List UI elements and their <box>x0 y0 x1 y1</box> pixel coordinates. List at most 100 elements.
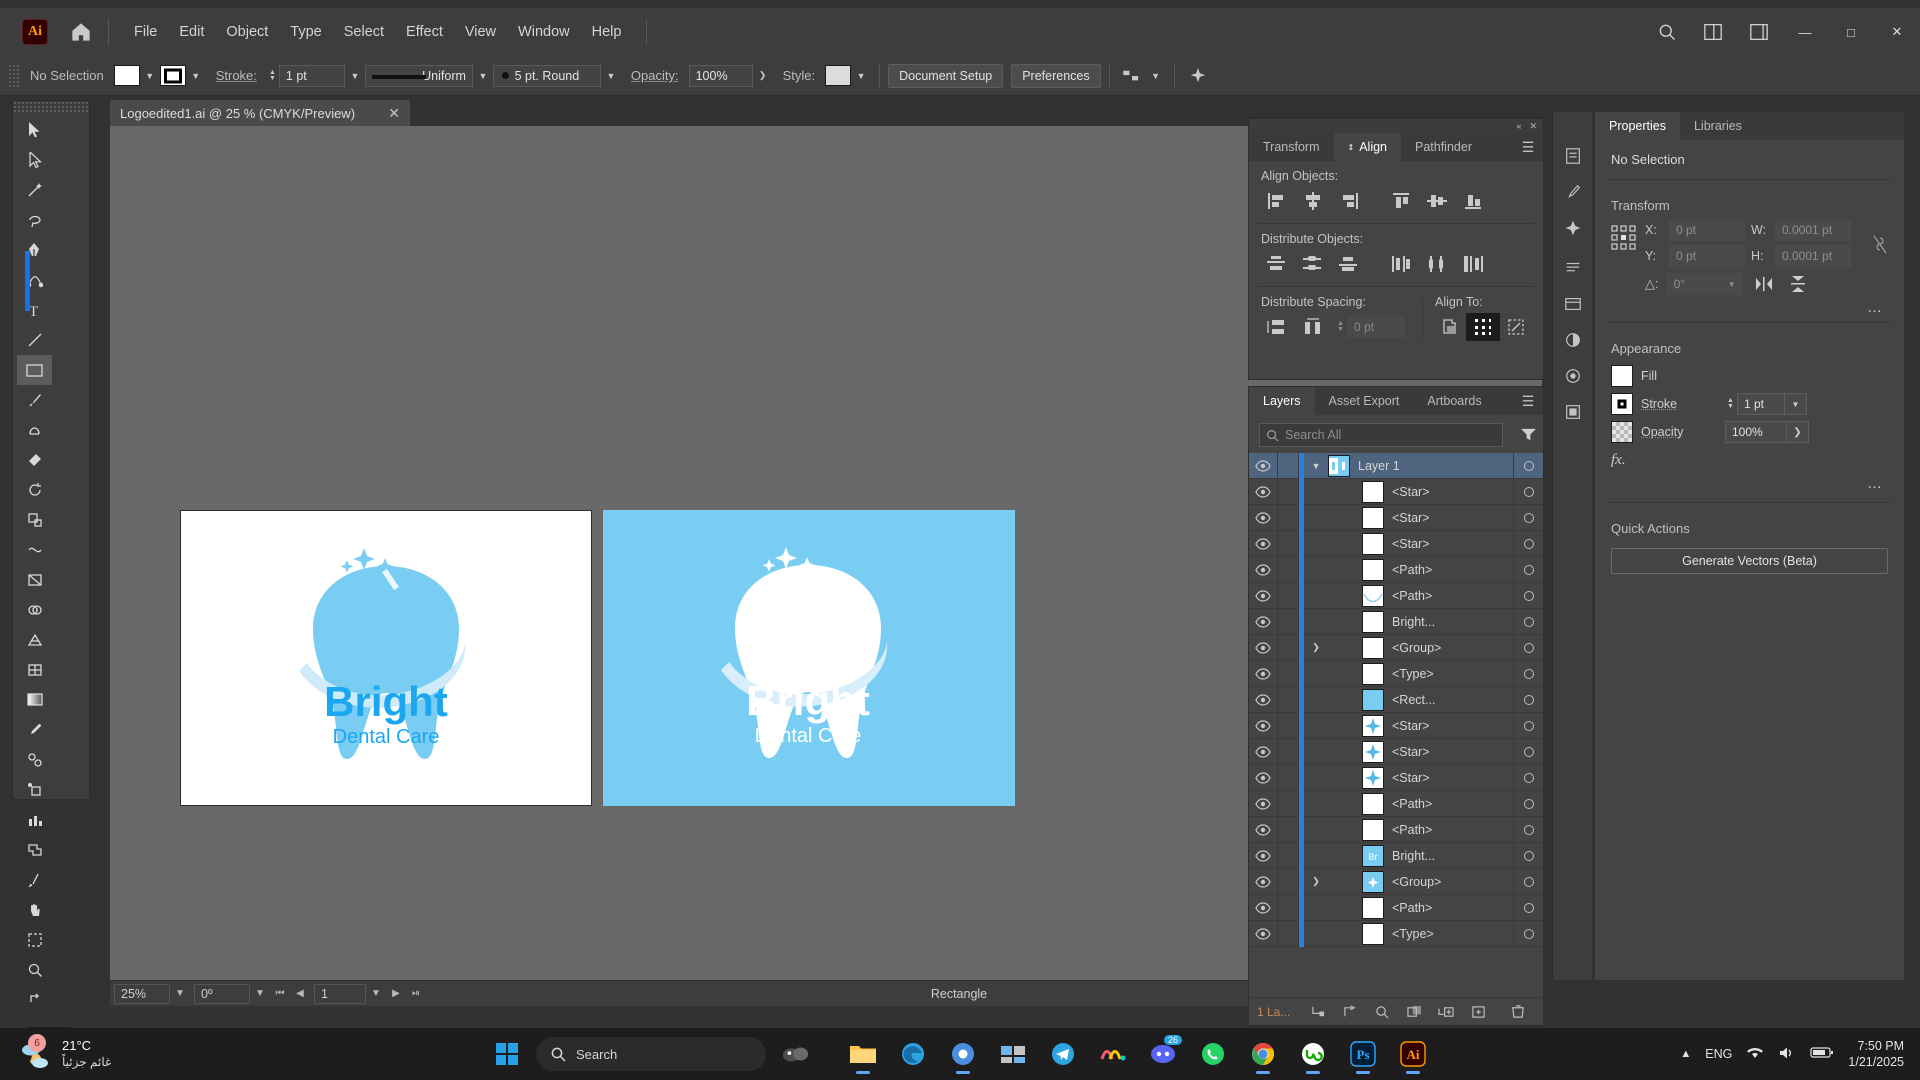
appearance-stroke-weight-field[interactable]: 1 pt <box>1737 393 1785 415</box>
layer-row[interactable]: ❯ <Group> <box>1249 869 1543 895</box>
visibility-toggle-icon[interactable] <box>1249 460 1277 472</box>
layer-target-indicator[interactable] <box>1513 635 1543 660</box>
delete-layer-icon[interactable] <box>1502 998 1534 1026</box>
generate-vectors-button[interactable]: Generate Vectors (Beta) <box>1611 548 1888 574</box>
magic-wand-tool[interactable] <box>17 175 52 205</box>
lock-toggle[interactable] <box>1277 479 1299 504</box>
layer-name[interactable]: <Path> <box>1392 823 1513 837</box>
rotate-tool[interactable] <box>17 475 52 505</box>
stroke-weight-dropdown-icon[interactable]: ▼ <box>345 65 365 87</box>
stroke-dropdown-icon[interactable]: ▼ <box>186 65 206 87</box>
chrome-icon[interactable] <box>1242 1033 1284 1075</box>
window-close-button[interactable]: ✕ <box>1874 8 1920 56</box>
tab-libraries[interactable]: Libraries <box>1680 112 1756 140</box>
menu-window[interactable]: Window <box>507 20 581 44</box>
artboard-2[interactable]: Bright Dental Care <box>603 510 1015 806</box>
hand-tool[interactable] <box>17 895 52 925</box>
tab-artboards[interactable]: Artboards <box>1413 387 1495 415</box>
tab-layers[interactable]: Layers <box>1249 387 1315 415</box>
graphic-style-swatch[interactable] <box>825 65 851 86</box>
lock-toggle[interactable] <box>1277 869 1299 894</box>
appearance-opacity-field[interactable]: 100% <box>1725 421 1787 443</box>
zoom-dropdown-icon[interactable]: ▼ <box>170 983 190 1005</box>
visibility-toggle-icon[interactable] <box>1249 538 1277 550</box>
zoom-level-field[interactable]: 25% <box>114 984 170 1004</box>
mesh-tool[interactable] <box>17 655 52 685</box>
stroke-weight-stepper[interactable]: ▲ ▼ <box>267 70 278 82</box>
layer-name[interactable]: <Group> <box>1392 875 1513 889</box>
lock-toggle[interactable] <box>1277 791 1299 816</box>
photoshop-icon[interactable]: Ps <box>1342 1033 1384 1075</box>
layer-name[interactable]: <Rect... <box>1392 693 1513 707</box>
reference-point-icon[interactable] <box>1611 225 1637 256</box>
layer-row[interactable]: Br Bright... <box>1249 843 1543 869</box>
menu-file[interactable]: File <box>123 20 168 44</box>
layer-row[interactable]: <Star> <box>1249 505 1543 531</box>
layer-target-indicator[interactable] <box>1513 713 1543 738</box>
discord-icon[interactable]: 26 <box>1142 1033 1184 1075</box>
lock-toggle[interactable] <box>1277 453 1299 478</box>
layer-name[interactable]: Bright... <box>1392 849 1513 863</box>
layer-target-indicator[interactable] <box>1513 609 1543 634</box>
lock-toggle[interactable] <box>1277 921 1299 946</box>
align-right-icon[interactable] <box>1331 187 1367 215</box>
lock-toggle[interactable] <box>1277 739 1299 764</box>
brushes-icon[interactable] <box>1557 176 1589 208</box>
column-graph-tool[interactable] <box>17 805 52 835</box>
tab-align[interactable]: ⇕ Align <box>1334 133 1402 161</box>
rotation-field[interactable]: 0º <box>194 984 250 1004</box>
panel-toggle-icon[interactable] <box>1736 8 1782 56</box>
eraser-tool[interactable] <box>17 445 52 475</box>
layer-row[interactable]: <Path> <box>1249 557 1543 583</box>
flip-horizontal-icon[interactable] <box>1751 276 1777 292</box>
stroke-swatch[interactable] <box>160 65 186 86</box>
chevron-down-icon[interactable]: ▼ <box>1304 461 1328 471</box>
artboard-1[interactable]: Bright Dental Care <box>180 510 592 806</box>
lock-toggle[interactable] <box>1277 817 1299 842</box>
spacing-stepper[interactable]: ▲ ▼ <box>1335 321 1346 333</box>
appearance-more-options-icon[interactable]: … <box>1595 475 1904 496</box>
curvature-tool[interactable] <box>17 265 52 295</box>
visibility-toggle-icon[interactable] <box>1249 720 1277 732</box>
window-minimize-button[interactable]: — <box>1782 8 1828 56</box>
layer-target-indicator[interactable] <box>1513 687 1543 712</box>
menu-effect[interactable]: Effect <box>395 20 454 44</box>
align-panel-menu-icon[interactable]: ☰ <box>1513 133 1543 161</box>
print-tiling-tool[interactable] <box>17 925 52 955</box>
collect-in-new-layer-icon[interactable] <box>1398 998 1430 1026</box>
tab-properties[interactable]: Properties <box>1595 112 1680 140</box>
layer-target-indicator[interactable] <box>1513 791 1543 816</box>
lock-toggle[interactable] <box>1277 843 1299 868</box>
x-field[interactable]: 0 pt <box>1669 219 1745 241</box>
layer-name[interactable]: Layer 1 <box>1358 459 1513 473</box>
tray-expand-icon[interactable]: ▲ <box>1680 1048 1691 1060</box>
layer-target-indicator[interactable] <box>1513 557 1543 582</box>
paragraph-styles-icon[interactable] <box>1557 252 1589 284</box>
layer-row[interactable]: <Rect... <box>1249 687 1543 713</box>
visibility-toggle-icon[interactable] <box>1249 746 1277 758</box>
visibility-toggle-icon[interactable] <box>1249 512 1277 524</box>
illustrator-taskbar-icon[interactable]: Ai <box>1392 1033 1434 1075</box>
selection-tool[interactable] <box>17 115 52 145</box>
lasso-tool[interactable] <box>17 205 52 235</box>
tab-transform[interactable]: Transform <box>1249 133 1334 161</box>
tool-exchange-icon[interactable] <box>17 985 52 1015</box>
transform-more-options-icon[interactable]: … <box>1595 295 1904 316</box>
retype-ai-icon[interactable] <box>1183 65 1213 87</box>
clock-widget[interactable]: 7:50 PM 1/21/2025 <box>1848 1038 1904 1071</box>
task-view-icon[interactable] <box>992 1033 1034 1075</box>
document-tab-close-icon[interactable]: ✕ <box>388 105 400 122</box>
align-to-key-object-icon[interactable] <box>1466 313 1499 341</box>
whatsapp-icon[interactable] <box>1192 1033 1234 1075</box>
layer-row[interactable]: <Star> <box>1249 739 1543 765</box>
align-to-artboard-icon[interactable] <box>1500 313 1533 341</box>
fill-swatch[interactable] <box>114 65 140 86</box>
opacity-field[interactable]: 100% <box>689 65 753 87</box>
h-field[interactable]: 0.0001 pt <box>1775 245 1851 267</box>
align-close-icon[interactable]: ✕ <box>1529 121 1537 132</box>
chevron-right-icon[interactable]: ❯ <box>1304 642 1328 653</box>
layer-target-indicator[interactable] <box>1513 479 1543 504</box>
chrome-alt-icon[interactable] <box>942 1033 984 1075</box>
scale-tool[interactable] <box>17 505 52 535</box>
menu-help[interactable]: Help <box>581 20 633 44</box>
